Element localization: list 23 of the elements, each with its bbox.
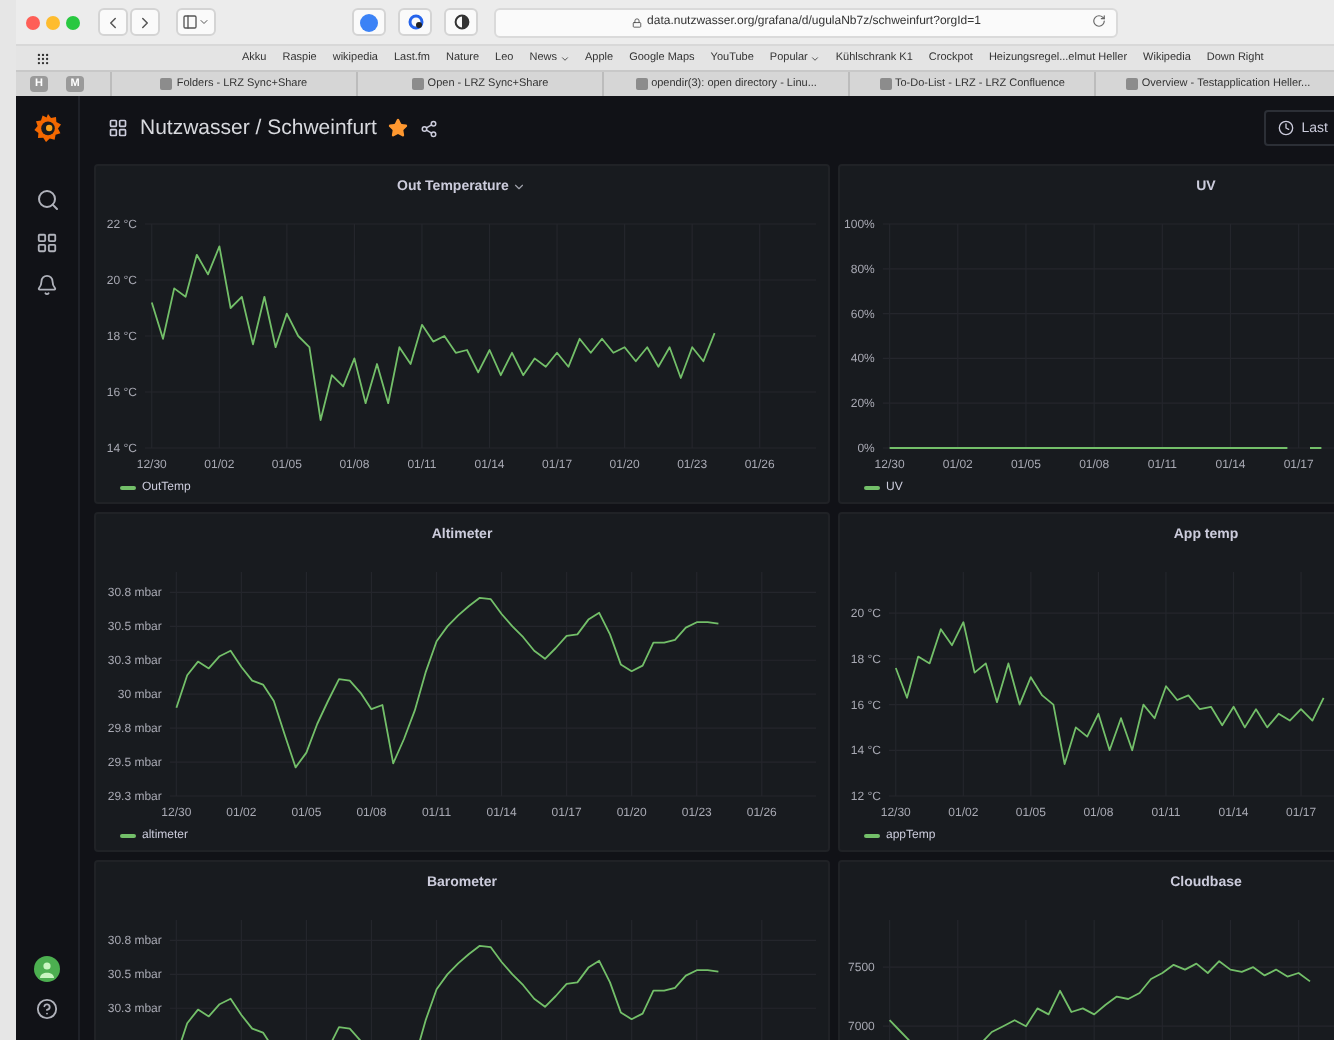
bell-icon[interactable] [36, 274, 58, 296]
back-button[interactable] [98, 8, 128, 36]
close-window-button[interactable] [26, 15, 40, 29]
dashboard-title[interactable]: Nutzwasser / Schweinfurt [140, 116, 377, 140]
caret-icon [198, 16, 210, 28]
back-icon [104, 13, 122, 31]
extension-icon[interactable] [398, 8, 432, 36]
search-icon[interactable] [35, 188, 59, 212]
user-avatar[interactable] [34, 956, 60, 982]
sidebar-icon [182, 14, 198, 30]
star-icon[interactable] [388, 118, 409, 138]
dashboards-grid-icon [108, 118, 128, 138]
lock-icon [631, 17, 642, 27]
reload-icon[interactable] [1092, 13, 1106, 27]
clock-icon [1277, 120, 1294, 136]
dashboards-grid-icon[interactable] [36, 232, 58, 254]
sidebar-button[interactable] [176, 8, 216, 36]
caret-icon[interactable] [512, 179, 527, 193]
forward-button[interactable] [130, 8, 160, 36]
forward-icon [136, 13, 154, 31]
share-icon[interactable] [420, 119, 439, 137]
apps-grid-icon[interactable] [36, 51, 50, 65]
help-icon[interactable] [36, 998, 58, 1020]
